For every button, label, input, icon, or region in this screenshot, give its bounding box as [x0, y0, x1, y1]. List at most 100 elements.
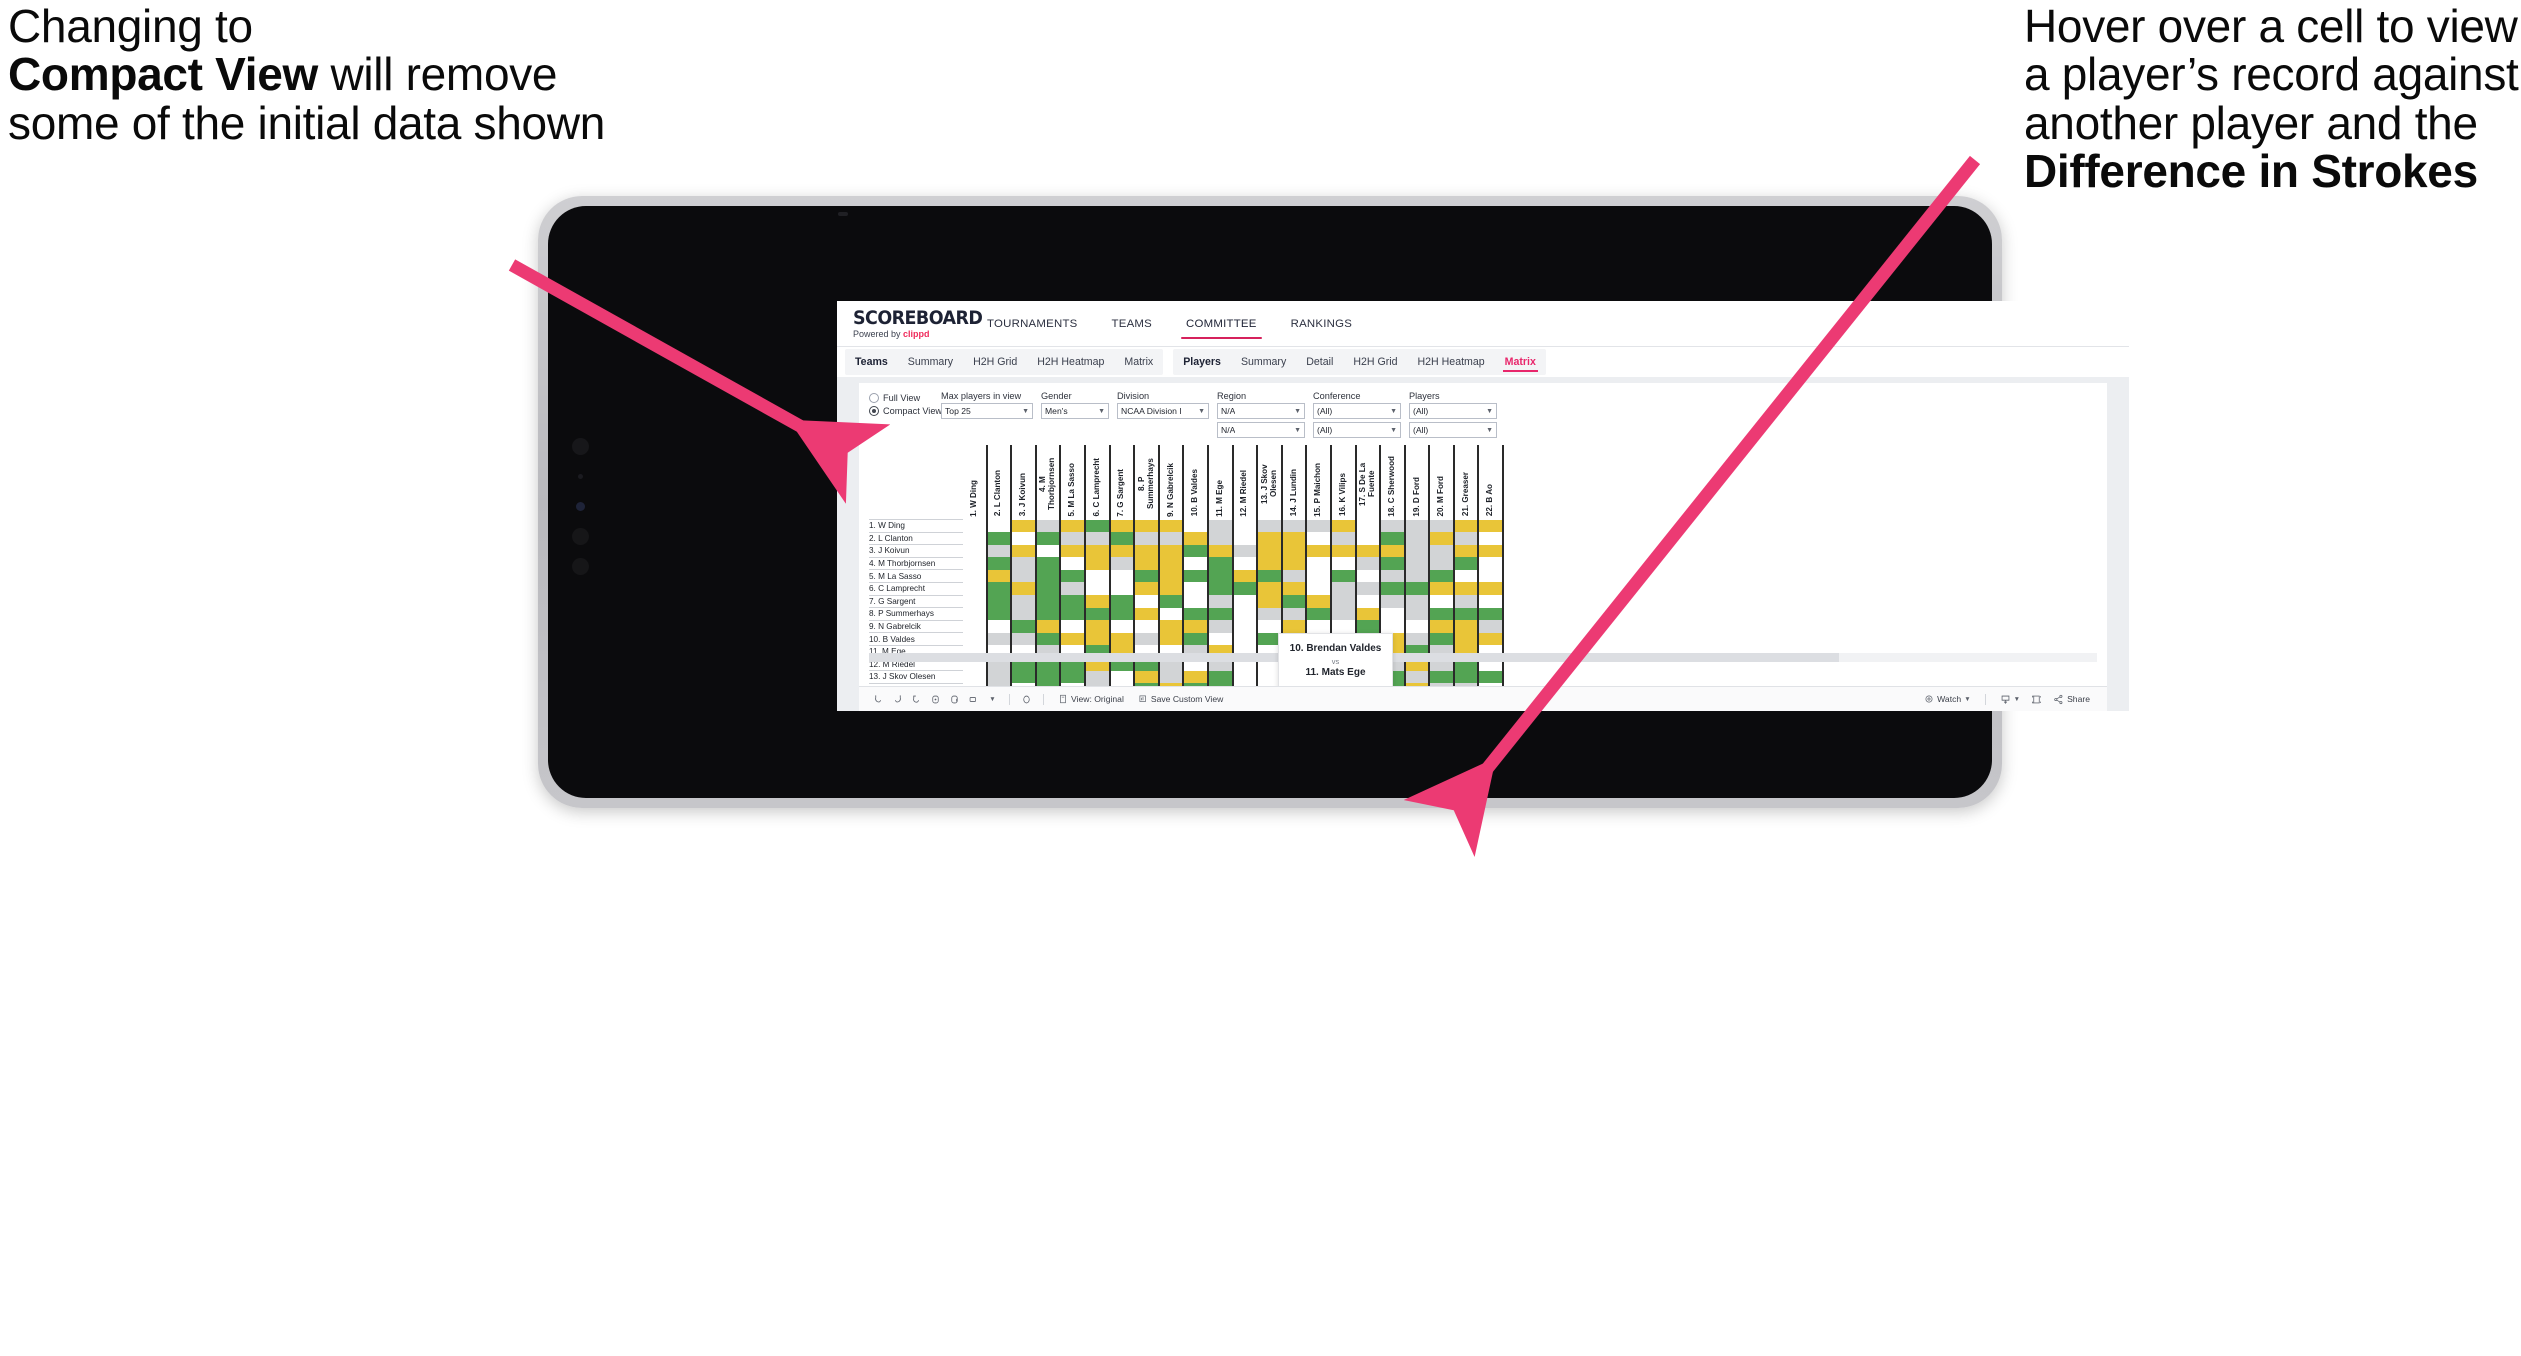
matrix-cell[interactable] — [1232, 582, 1259, 596]
subnav-item-teams[interactable]: Teams — [845, 349, 898, 375]
matrix-cell[interactable] — [1257, 582, 1283, 596]
matrix-col-header[interactable]: 11. M Ege — [1207, 445, 1234, 520]
matrix-cell[interactable] — [1257, 595, 1283, 608]
matrix-cell[interactable] — [1232, 557, 1259, 570]
matrix-cell[interactable] — [986, 557, 1013, 570]
matrix-cell[interactable] — [1232, 569, 1259, 583]
matrix-cell[interactable] — [1134, 532, 1160, 545]
save-custom-view-button[interactable]: Save Custom View — [1131, 687, 1230, 711]
matrix-col-header[interactable]: 8. P Summerhays — [1134, 445, 1160, 520]
chevron-down-icon[interactable]: ▼ — [1390, 427, 1397, 434]
matrix-cell[interactable] — [1158, 683, 1185, 686]
matrix-col-header[interactable]: 6. C Lamprecht — [1084, 445, 1111, 520]
redo-icon[interactable] — [888, 687, 907, 711]
matrix-row-label[interactable]: 8. P Summerhays — [869, 607, 963, 621]
matrix-cell[interactable] — [1060, 607, 1086, 621]
matrix-cell[interactable] — [986, 532, 1013, 545]
matrix-row-label[interactable]: 7. G Sargent — [869, 594, 963, 609]
matrix-cell[interactable] — [1232, 544, 1259, 558]
matrix-cell[interactable] — [1134, 519, 1160, 533]
matrix-cell[interactable] — [1207, 683, 1234, 686]
matrix-cell[interactable] — [1330, 582, 1357, 596]
matrix-cell[interactable] — [1330, 557, 1357, 570]
matrix-cell[interactable] — [1207, 569, 1234, 583]
matrix-cell[interactable] — [1453, 582, 1480, 596]
matrix-cell[interactable] — [1453, 557, 1480, 570]
matrix-cell[interactable] — [1084, 557, 1111, 570]
matrix-cell[interactable] — [1281, 532, 1308, 545]
matrix-col-header[interactable]: 3. J Koivun — [1011, 445, 1037, 520]
matrix-cell[interactable] — [1330, 519, 1357, 533]
matrix-cell[interactable] — [1158, 582, 1185, 596]
matrix-cell[interactable] — [1404, 683, 1431, 686]
resume-icon[interactable] — [945, 687, 964, 711]
matrix-cell[interactable] — [1306, 532, 1332, 545]
matrix-cell[interactable] — [1478, 683, 1505, 686]
matrix-cell[interactable] — [1281, 620, 1308, 633]
matrix-cell[interactable] — [1380, 569, 1406, 583]
matrix-cell[interactable] — [963, 557, 988, 570]
matrix-cell[interactable] — [1035, 557, 1062, 570]
matrix-col-header[interactable]: 7. G Sargent — [1109, 445, 1136, 520]
filter-select-players-2[interactable]: (All) ▼ — [1409, 422, 1497, 438]
matrix-cell[interactable] — [1035, 683, 1062, 686]
matrix-cell[interactable] — [1109, 607, 1136, 621]
matrix-cell[interactable] — [1404, 544, 1431, 558]
matrix-cell[interactable] — [1453, 683, 1480, 686]
fullscreen-icon[interactable] — [2027, 687, 2046, 711]
matrix-cell[interactable] — [1355, 519, 1382, 533]
matrix-cell[interactable] — [1429, 582, 1455, 596]
matrix-col-header[interactable]: 1. W Ding — [963, 445, 988, 520]
matrix-cell[interactable] — [1158, 532, 1185, 545]
matrix-cell[interactable] — [1084, 683, 1111, 686]
matrix-cell[interactable] — [1478, 582, 1505, 596]
nav-item-tournaments[interactable]: TOURNAMENTS — [970, 301, 1095, 346]
matrix-cell[interactable] — [1011, 632, 1037, 646]
matrix-cell[interactable] — [1330, 544, 1357, 558]
filter-select-region[interactable]: N/A ▼ — [1217, 403, 1305, 419]
matrix-cell[interactable] — [1429, 620, 1455, 633]
matrix-row-label[interactable]: 10. B Valdes — [869, 632, 963, 646]
matrix-col-header[interactable]: 4. M Thorbjornsen — [1035, 445, 1062, 520]
matrix-cell[interactable] — [1109, 532, 1136, 545]
matrix-cell[interactable] — [1158, 544, 1185, 558]
matrix-cell[interactable] — [1134, 620, 1160, 633]
matrix-col-header[interactable]: 21. Greaser — [1453, 445, 1480, 520]
matrix-cell[interactable] — [1207, 620, 1234, 633]
matrix-cell[interactable] — [1355, 569, 1382, 583]
matrix-cell[interactable] — [1257, 532, 1283, 545]
matrix-cell[interactable] — [1281, 595, 1308, 608]
matrix-cell[interactable] — [1035, 519, 1062, 533]
matrix-cell[interactable] — [1207, 557, 1234, 570]
matrix-row-label[interactable]: 1. W Ding — [869, 519, 963, 533]
matrix-cell[interactable] — [1134, 683, 1160, 686]
matrix-row-label[interactable]: 6. C Lamprecht — [869, 581, 963, 596]
matrix-cell[interactable] — [1404, 519, 1431, 533]
matrix-cell[interactable] — [1035, 632, 1062, 646]
matrix-cell[interactable] — [1478, 569, 1505, 583]
matrix-cell[interactable] — [963, 532, 988, 545]
matrix-cell[interactable] — [1035, 582, 1062, 596]
matrix-cell[interactable] — [1257, 620, 1283, 633]
matrix-cell[interactable] — [1207, 519, 1234, 533]
chevron-down-icon-watch[interactable]: ▼ — [1964, 696, 1970, 703]
matrix-cell[interactable] — [1158, 620, 1185, 633]
matrix-cell[interactable] — [1478, 557, 1505, 570]
matrix-cell[interactable] — [963, 544, 988, 558]
matrix-cell[interactable] — [1060, 532, 1086, 545]
matrix-cell[interactable] — [1380, 544, 1406, 558]
subnav-item-h2h-grid[interactable]: H2H Grid — [1343, 349, 1407, 375]
matrix-cell[interactable] — [1035, 670, 1062, 684]
radio-full-view[interactable]: Full View — [869, 393, 941, 403]
matrix-col-header[interactable]: 10. B Valdes — [1183, 445, 1209, 520]
matrix-cell[interactable] — [1060, 557, 1086, 570]
subnav-item-matrix[interactable]: Matrix — [1114, 349, 1163, 375]
matrix-cell[interactable] — [1429, 557, 1455, 570]
matrix-cell[interactable] — [1478, 595, 1505, 608]
matrix-cell[interactable] — [963, 595, 988, 608]
matrix-cell[interactable] — [1183, 582, 1209, 596]
matrix-cell[interactable] — [963, 519, 988, 533]
matrix-col-header[interactable]: 20. M Ford — [1429, 445, 1455, 520]
matrix-col-header[interactable]: 13. J Skov Olesen — [1257, 445, 1283, 520]
matrix-cell[interactable] — [1355, 557, 1382, 570]
